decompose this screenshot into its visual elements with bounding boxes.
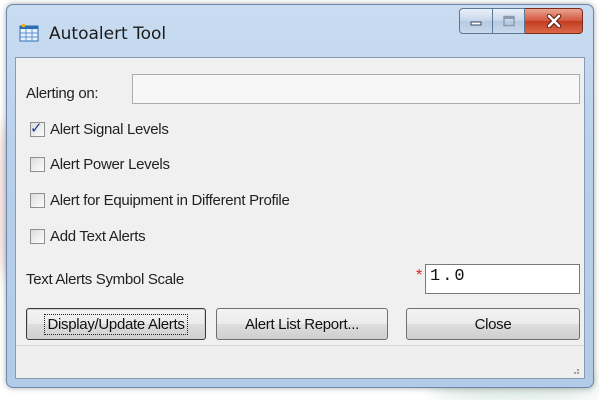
- dialog-client-area: Alerting on: ✓ Alert Signal Levels Alert…: [15, 57, 585, 379]
- symbol-scale-input[interactable]: 1.0: [425, 264, 580, 294]
- maximize-button[interactable]: [493, 8, 525, 34]
- window-title: Autoalert Tool: [49, 24, 167, 44]
- alert-different-profile-checkbox[interactable]: [30, 193, 45, 208]
- alert-list-report-button[interactable]: Alert List Report...: [216, 308, 388, 340]
- alerting-on-label: Alerting on:: [26, 85, 99, 102]
- close-icon: [546, 14, 561, 28]
- alerting-on-field: [132, 74, 580, 104]
- symbol-scale-label: Text Alerts Symbol Scale: [26, 271, 184, 288]
- display-update-alerts-button[interactable]: Display/Update Alerts: [26, 308, 206, 340]
- display-update-alerts-label: Display/Update Alerts: [44, 313, 188, 335]
- alert-signal-levels-label[interactable]: Alert Signal Levels: [50, 121, 169, 138]
- alert-signal-levels-checkbox[interactable]: ✓: [30, 119, 45, 137]
- app-grid-icon: [19, 24, 39, 42]
- minimize-button[interactable]: [459, 8, 493, 34]
- add-text-alerts-label[interactable]: Add Text Alerts: [50, 228, 146, 245]
- minimize-icon: [470, 21, 482, 26]
- resize-grip-icon[interactable]: [570, 365, 580, 375]
- alert-power-levels-label[interactable]: Alert Power Levels: [50, 156, 170, 173]
- status-bar: [16, 345, 584, 378]
- alert-different-profile-label[interactable]: Alert for Equipment in Different Profile: [50, 192, 290, 209]
- title-bar[interactable]: Autoalert Tool: [7, 5, 593, 57]
- close-button[interactable]: Close: [406, 308, 580, 340]
- autoalert-window: Autoalert Tool Alerting on: ✓ Alert Sign…: [6, 4, 594, 388]
- checkmark-icon: ✓: [30, 119, 43, 137]
- close-label: Close: [474, 315, 512, 333]
- add-text-alerts-checkbox[interactable]: [30, 229, 45, 244]
- alert-list-report-label: Alert List Report...: [244, 315, 360, 333]
- caption-buttons: [459, 8, 583, 38]
- required-marker: *: [416, 267, 423, 284]
- maximize-icon: [502, 15, 515, 27]
- close-window-button[interactable]: [525, 8, 583, 34]
- alert-power-levels-checkbox[interactable]: [30, 157, 45, 172]
